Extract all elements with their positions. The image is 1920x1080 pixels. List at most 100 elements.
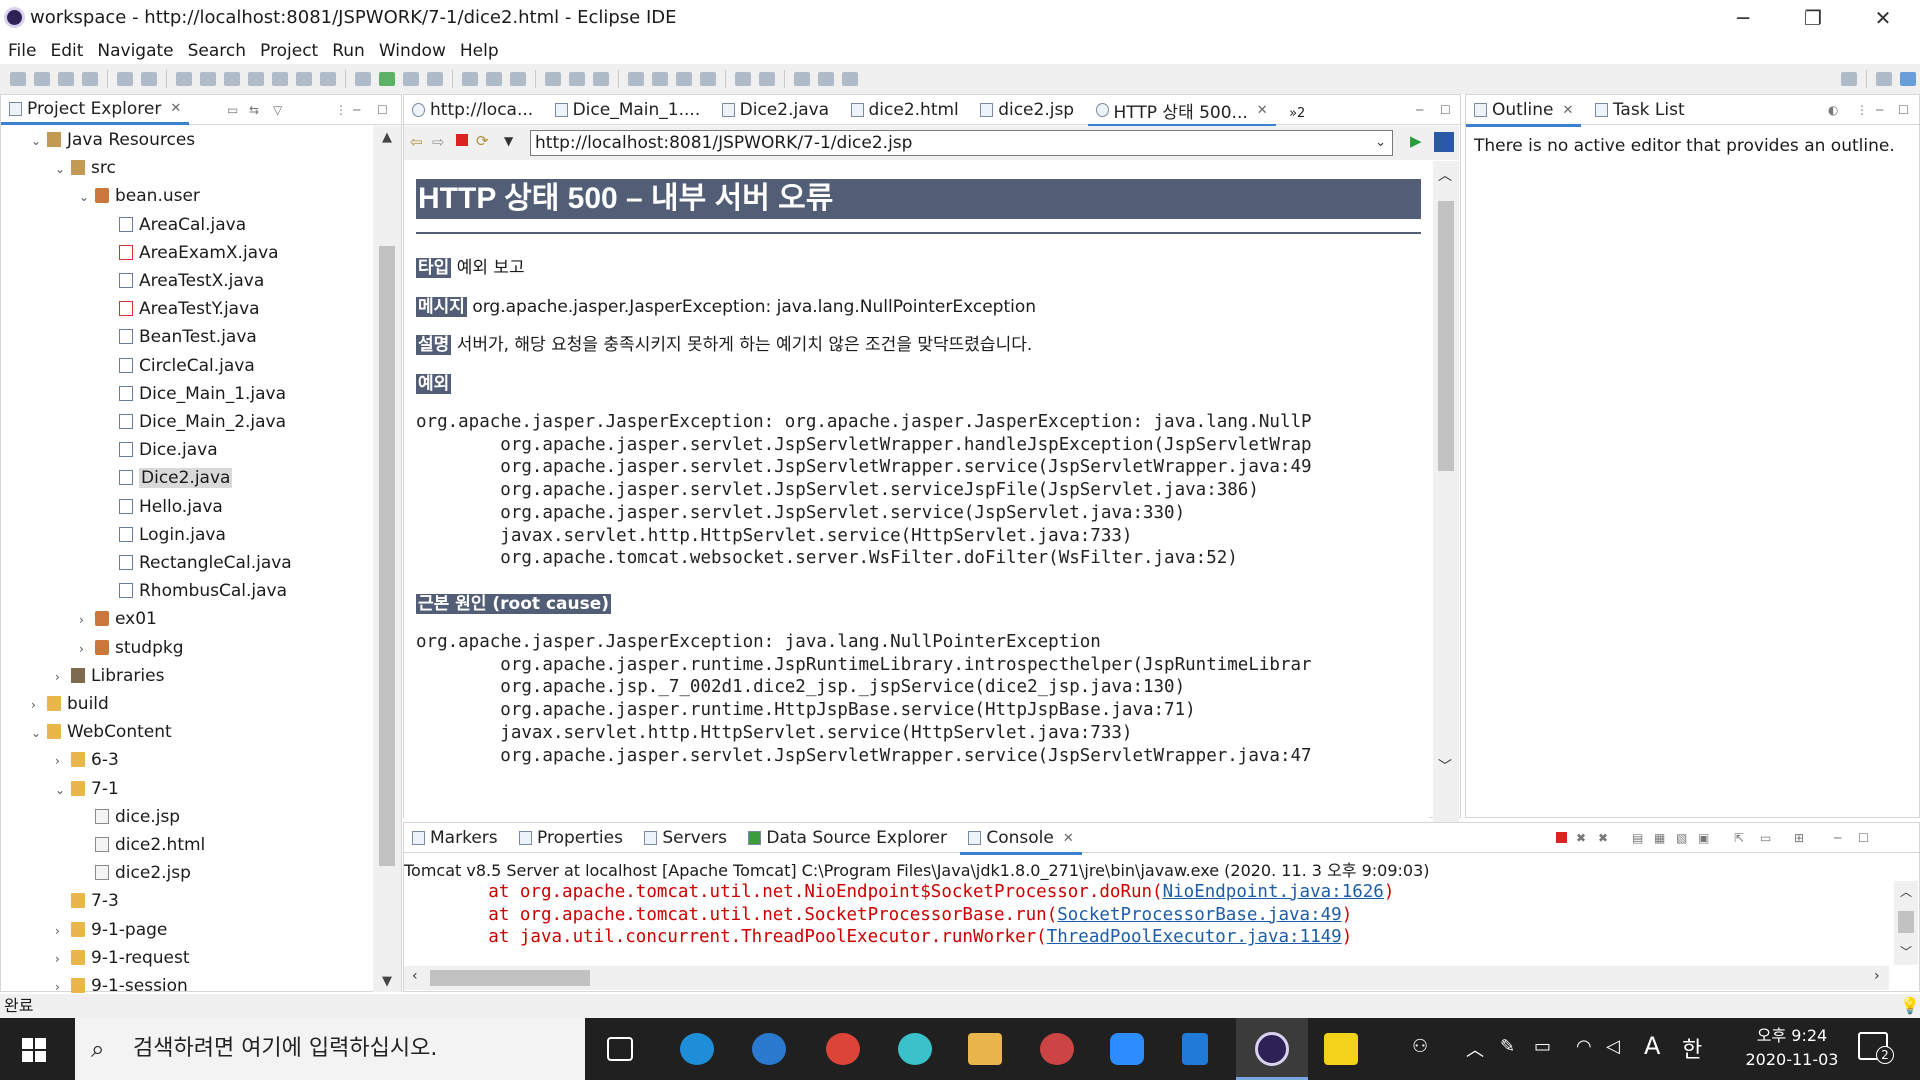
tree-item[interactable]: Dice_Main_2.java bbox=[103, 409, 286, 435]
go-icon[interactable]: ▶ bbox=[1410, 132, 1422, 150]
prev-annotation-icon[interactable] bbox=[700, 72, 716, 86]
terminate-icon[interactable] bbox=[224, 72, 240, 86]
scroll-up-icon[interactable]: ▲ bbox=[382, 130, 392, 145]
chevron-right-icon[interactable]: › bbox=[55, 946, 71, 972]
tab-outline[interactable]: Outline ✕ bbox=[1466, 96, 1582, 127]
scroll-up-icon[interactable]: ︿ bbox=[1900, 883, 1912, 900]
eclipse-taskbar-button[interactable] bbox=[1236, 1018, 1308, 1080]
run-icon[interactable] bbox=[379, 72, 395, 86]
maximize-view-icon[interactable]: ☐ bbox=[1440, 103, 1451, 117]
minimize-view-icon[interactable]: ─ bbox=[1834, 831, 1841, 845]
stop-icon[interactable] bbox=[456, 134, 468, 146]
open-perspective-icon[interactable] bbox=[1876, 72, 1892, 86]
refresh-icon[interactable]: ⟳ bbox=[476, 132, 489, 150]
edge-icon[interactable] bbox=[680, 1033, 714, 1065]
search-tool-icon[interactable] bbox=[593, 72, 609, 86]
minimize-view-icon[interactable]: ─ bbox=[353, 103, 360, 117]
input-mode-label[interactable]: A bbox=[1644, 1032, 1660, 1060]
ime-label[interactable]: 한 bbox=[1682, 1032, 1702, 1064]
tab-servers[interactable]: Servers bbox=[636, 823, 735, 853]
tree-item[interactable]: CircleCal.java bbox=[103, 353, 255, 379]
tree-item[interactable]: ⌄ bean.user bbox=[79, 183, 200, 209]
spring-tool-icon[interactable] bbox=[898, 1033, 932, 1065]
sticky-notes-icon[interactable] bbox=[1324, 1033, 1358, 1065]
battery-icon[interactable]: ▭ bbox=[1534, 1036, 1551, 1057]
remove-launch-icon[interactable]: ✖ bbox=[1576, 831, 1586, 845]
search-icon[interactable] bbox=[1841, 72, 1857, 86]
console-vertical-scrollbar[interactable]: ︿ ﹀ bbox=[1894, 881, 1918, 965]
tab-project-explorer[interactable]: Project Explorer ✕ bbox=[1, 95, 190, 125]
stack-trace-link[interactable]: SocketProcessorBase.java:49 bbox=[1057, 905, 1341, 925]
url-input[interactable]: http://localhost:8081/JSPWORK/7-1/dice2.… bbox=[530, 130, 1393, 156]
people-icon[interactable]: ⚇ bbox=[1412, 1036, 1428, 1057]
terminal-icon[interactable] bbox=[117, 72, 133, 86]
show-stdout-icon[interactable]: ▣ bbox=[1698, 831, 1709, 845]
scrollbar-thumb[interactable] bbox=[430, 970, 590, 986]
menu-run[interactable]: Run bbox=[332, 41, 365, 61]
tree-item[interactable]: › ex01 bbox=[79, 606, 157, 632]
chevron-down-icon[interactable]: ⌄ bbox=[31, 128, 47, 154]
remove-all-icon[interactable]: ✖ bbox=[1598, 831, 1608, 845]
scroll-left-icon[interactable]: ‹ bbox=[412, 968, 418, 984]
print-icon[interactable] bbox=[82, 72, 98, 86]
scroll-down-icon[interactable]: ﹀ bbox=[1900, 943, 1912, 960]
scroll-down-icon[interactable]: ▼ bbox=[382, 974, 392, 989]
tree-item[interactable]: Dice.java bbox=[103, 437, 218, 463]
collapse-all-icon[interactable]: ▭ bbox=[227, 103, 238, 117]
tree-item[interactable]: › 6-3 bbox=[55, 747, 119, 773]
tab-overflow[interactable]: »2 bbox=[1281, 99, 1313, 129]
open-type-icon[interactable] bbox=[545, 72, 561, 86]
menu-file[interactable]: File bbox=[8, 41, 36, 61]
new-java-project-icon[interactable] bbox=[462, 72, 478, 86]
redo-icon[interactable] bbox=[842, 72, 858, 86]
maximize-view-icon[interactable]: ☐ bbox=[1858, 831, 1869, 845]
tab-dice-main-1[interactable]: Dice_Main_1.... bbox=[547, 95, 709, 125]
taskbar-search-input[interactable]: ⌕ 검색하려면 여기에 입력하십시오. bbox=[75, 1018, 585, 1080]
undo-icon[interactable] bbox=[818, 72, 834, 86]
tree-item[interactable]: 7-3 bbox=[55, 888, 119, 914]
debug-icon[interactable] bbox=[355, 72, 371, 86]
open-external-icon[interactable] bbox=[1434, 132, 1454, 152]
tree-item[interactable]: ⌄ src bbox=[55, 155, 116, 181]
pin-console-icon[interactable]: ⇱ bbox=[1734, 831, 1744, 845]
tree-item[interactable]: AreaTestX.java bbox=[103, 268, 264, 294]
save-icon[interactable] bbox=[34, 72, 50, 86]
tree-item[interactable]: ⌄ 7-1 bbox=[55, 776, 119, 802]
tree-item[interactable]: Hello.java bbox=[103, 494, 223, 520]
maximize-view-icon[interactable]: ☐ bbox=[377, 103, 388, 117]
tree-item[interactable]: AreaTestY.java bbox=[103, 296, 260, 322]
tip-icon[interactable]: 💡 bbox=[1900, 994, 1920, 1018]
step-return-icon[interactable] bbox=[320, 72, 336, 86]
chevron-down-icon[interactable]: ⌄ bbox=[1375, 133, 1386, 153]
terminate-icon[interactable] bbox=[1556, 832, 1567, 843]
tree-item[interactable]: AreaExamX.java bbox=[103, 240, 279, 266]
view-menu-icon[interactable]: ⋮ bbox=[335, 103, 347, 117]
tab-browser-localhost[interactable]: http://loca... bbox=[404, 95, 541, 125]
open-console-icon[interactable]: ⊞ bbox=[1794, 831, 1804, 845]
chevron-down-icon[interactable]: ⌄ bbox=[55, 777, 71, 803]
tree-item[interactable]: Dice2.java bbox=[103, 465, 233, 491]
tree-item[interactable]: › Libraries bbox=[55, 663, 164, 689]
maximize-button[interactable]: ❐ bbox=[1780, 0, 1846, 36]
tab-dice2-jsp[interactable]: dice2.jsp bbox=[972, 95, 1082, 125]
chevron-right-icon[interactable]: › bbox=[55, 918, 71, 944]
menu-project[interactable]: Project bbox=[260, 41, 318, 61]
scrollbar-thumb[interactable] bbox=[1438, 201, 1454, 471]
tab-dice2-java[interactable]: Dice2.java bbox=[714, 95, 837, 125]
tree-item[interactable]: ⌄ WebContent bbox=[31, 719, 172, 745]
history-dropdown-icon[interactable]: ▼ bbox=[504, 134, 513, 148]
tab-task-list[interactable]: Task List bbox=[1587, 95, 1693, 125]
tree-item[interactable]: dice.jsp bbox=[79, 804, 180, 830]
word-wrap-icon[interactable]: ▧ bbox=[1676, 831, 1687, 845]
chevron-up-icon[interactable]: ︿ bbox=[1466, 1036, 1484, 1062]
tab-dice2-html[interactable]: dice2.html bbox=[843, 95, 967, 125]
resume-icon[interactable] bbox=[176, 72, 192, 86]
save-all-icon[interactable] bbox=[58, 72, 74, 86]
globe-icon[interactable] bbox=[628, 72, 644, 86]
tree-item[interactable]: ⌄ Java Resources bbox=[31, 127, 195, 153]
menu-help[interactable]: Help bbox=[460, 41, 499, 61]
task-view-icon[interactable] bbox=[607, 1037, 633, 1061]
step-over-icon[interactable] bbox=[296, 72, 312, 86]
close-icon[interactable]: ✕ bbox=[1257, 103, 1268, 118]
open-task-icon[interactable] bbox=[569, 72, 585, 86]
